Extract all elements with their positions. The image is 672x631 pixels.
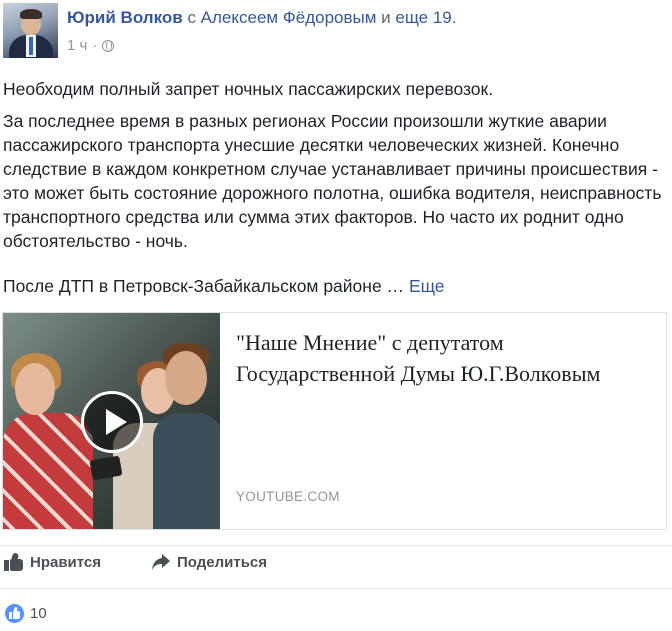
like-label: Нравится <box>30 553 102 571</box>
see-more-link[interactable]: Еще <box>409 276 445 296</box>
reactions-summary[interactable]: 10 <box>5 604 47 623</box>
with-prefix: с <box>187 8 196 27</box>
divider <box>0 545 672 546</box>
link-domain: YOUTUBE.COM <box>236 489 340 504</box>
share-icon <box>152 554 170 570</box>
divider <box>0 588 672 589</box>
thumbnail-figure-head <box>165 351 207 405</box>
post-meta: 1 ч · <box>67 37 115 54</box>
post-paragraph-2: За последнее время в разных регионах Рос… <box>3 111 662 251</box>
post-timestamp[interactable]: 1 ч <box>67 37 87 54</box>
like-icon <box>4 552 24 571</box>
author-avatar[interactable] <box>3 3 58 58</box>
thumbnail-figure-body <box>153 413 220 529</box>
thumbnail-figure-head <box>15 363 55 415</box>
avatar-tie <box>29 37 33 55</box>
tagged-person-link[interactable]: Алексеем Фёдоровым <box>201 8 377 27</box>
play-icon <box>106 409 127 435</box>
share-button[interactable]: Поделиться <box>151 553 267 571</box>
like-icon-cuff <box>4 560 9 571</box>
meta-separator: · <box>92 37 98 54</box>
like-reaction-cuff <box>9 612 12 619</box>
and-text: и <box>381 8 391 27</box>
link-title[interactable]: "Наше Мнение" с депутатом Государственно… <box>236 327 646 389</box>
avatar-hair <box>20 9 42 19</box>
play-button[interactable] <box>81 391 143 453</box>
post-paragraph-3: После ДТП в Петровск-Забайкальском район… <box>3 274 663 298</box>
author-name[interactable]: Юрий Волков <box>67 8 183 27</box>
like-button[interactable]: Нравится <box>4 552 102 571</box>
globe-icon[interactable] <box>102 39 115 52</box>
thumbnail-figure-body <box>3 413 93 529</box>
more-people-link[interactable]: еще 19. <box>395 8 456 27</box>
post-paragraph-1: Необходим полный запрет ночных пассажирс… <box>3 79 494 99</box>
post-header: Юрий Волков с Алексеем Фёдоровым и еще 1… <box>67 8 456 28</box>
facebook-post: Юрий Волков с Алексеем Фёдоровым и еще 1… <box>0 0 672 631</box>
truncated-text: После ДТП в Петровск-Забайкальском район… <box>3 276 405 296</box>
link-preview-card[interactable]: "Наше Мнение" с депутатом Государственно… <box>2 312 667 530</box>
reaction-count[interactable]: 10 <box>30 605 47 622</box>
like-reaction-icon <box>5 604 24 623</box>
video-thumbnail[interactable] <box>3 313 220 529</box>
share-label: Поделиться <box>177 553 268 571</box>
